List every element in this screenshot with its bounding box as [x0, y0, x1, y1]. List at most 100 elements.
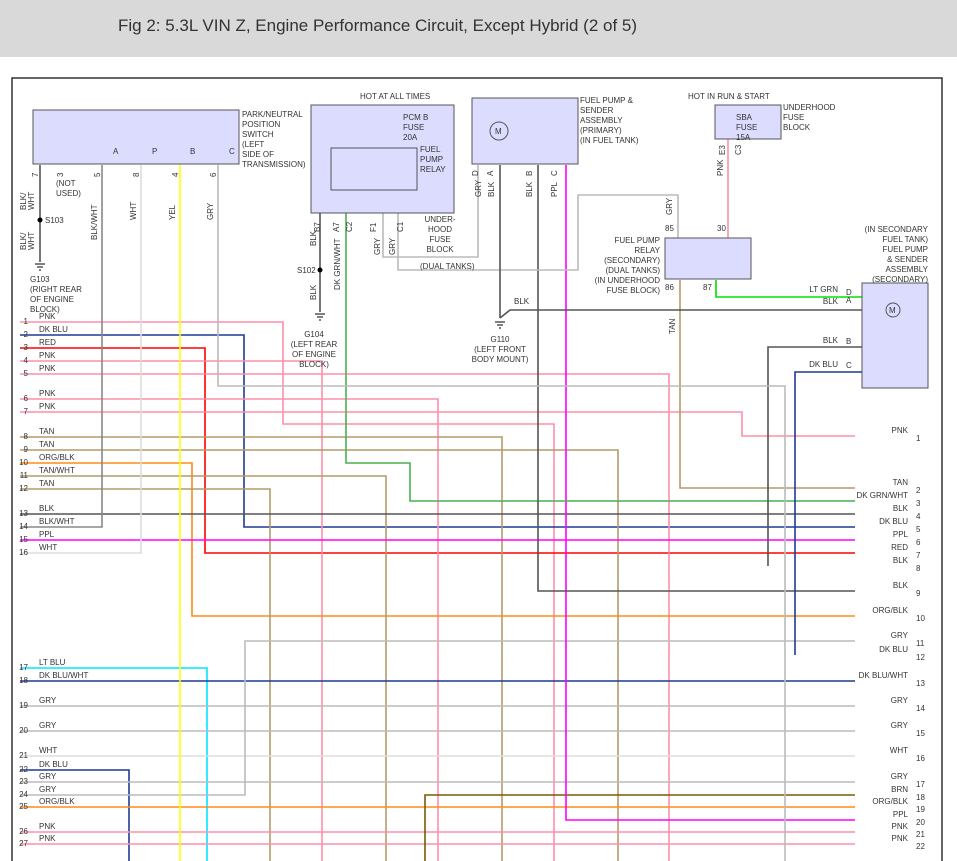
- left-pin-number: 14: [19, 522, 28, 531]
- right-wire-label: GRY: [891, 696, 909, 705]
- fuse-wire-label: BLK: [309, 284, 318, 300]
- left-wire-label: LT BLU: [39, 658, 66, 667]
- right-pin-number: 7: [916, 551, 921, 560]
- pnp-wire-label: WHT: [27, 232, 36, 250]
- right-wire-label: DK BLU: [879, 517, 908, 526]
- pnp-pin-label: 3: [56, 172, 65, 177]
- right-pin-number: 17: [916, 780, 925, 789]
- left-pin-number: 25: [19, 802, 28, 811]
- left-pin-number: 27: [19, 839, 28, 848]
- wiring-diagram: M M 1 PNK 2 DK BLU 3 RED 4 PNK 5 PNK 6 PNK 7 PNK 8 TAN 9…: [11, 77, 943, 861]
- pnp-switch-label: POSITION: [242, 120, 280, 129]
- hot-at-all-times-label: HOT AT ALL TIMES: [360, 92, 430, 101]
- fuel-pump-secondary-label: ASSEMBLY: [885, 265, 928, 274]
- right-pin-number: 8: [916, 564, 921, 573]
- fuel-pump-primary-label: (PRIMARY): [580, 126, 622, 135]
- pnp-wire-label: YEL: [168, 204, 177, 220]
- left-wire-label: WHT: [39, 543, 57, 552]
- left-pin-number: 1: [24, 317, 29, 326]
- relay-label: PUMP: [420, 155, 443, 164]
- ground-icon: [495, 321, 505, 329]
- right-wire-label: BRN: [891, 785, 908, 794]
- left-pin-number: 23: [19, 777, 28, 786]
- left-pin-number: 6: [24, 394, 29, 403]
- pnp-switch-label: SWITCH: [242, 130, 274, 139]
- right-pin-number: 19: [916, 805, 925, 814]
- dual-tanks-label: (DUAL TANKS): [420, 262, 475, 271]
- motor-label: M: [495, 127, 502, 136]
- right-pin-number: 4: [916, 512, 921, 521]
- underhood-fuse-block-label: BLOCK: [783, 123, 811, 132]
- splice-dot: [37, 217, 43, 223]
- left-wire-label: GRY: [39, 696, 57, 705]
- fuel-pump-primary-label: SENDER: [580, 106, 614, 115]
- fuse-pin-label: F1: [369, 222, 378, 232]
- ground-g104-label: BLOCK): [299, 360, 329, 369]
- pump-pin-label: A: [486, 170, 495, 176]
- ground-icon: [315, 313, 325, 321]
- left-pin-number: 8: [24, 432, 29, 441]
- underhood-fuse-block-label: FUSE: [783, 113, 804, 122]
- wire-41: [499, 309, 862, 319]
- left-wire-label: DK BLU: [39, 325, 68, 334]
- wire-3: [20, 360, 323, 861]
- motor-label-secondary: M: [889, 306, 896, 315]
- left-pin-number: 12: [19, 484, 28, 493]
- left-wire-label: GRY: [39, 785, 57, 794]
- left-wire-label: BLK/WHT: [39, 517, 75, 526]
- right-pin-number: 3: [916, 499, 921, 508]
- pcm-fuse-label: PCM B: [403, 113, 428, 122]
- right-pin-number: 11: [916, 639, 925, 648]
- fuel-pump-secondary-label: & SENDER: [887, 255, 928, 264]
- left-pin-number: 11: [20, 471, 29, 480]
- fuel-pump-primary-label: (IN FUEL TANK): [580, 136, 639, 145]
- right-pin-number: 10: [916, 614, 925, 623]
- left-pin-number: 7: [24, 407, 29, 416]
- pump-wire-label: BLK: [487, 181, 496, 197]
- left-wire-label: WHT: [39, 746, 57, 755]
- left-wire-label: GRY: [39, 772, 57, 781]
- pnp-contact-label: A: [113, 147, 119, 156]
- right-pin-number: 14: [916, 704, 925, 713]
- left-pin-number: 18: [19, 676, 28, 685]
- left-pin-number: 20: [19, 726, 28, 735]
- fuse-block-label: FUSE: [429, 235, 450, 244]
- left-pin-number: 9: [24, 445, 29, 454]
- wire-21: [20, 769, 130, 861]
- right-wire-label: BLK: [893, 504, 909, 513]
- g110-blk-label: BLK: [514, 297, 530, 306]
- right-pin-number: 21: [916, 830, 925, 839]
- left-wire-label: PPL: [39, 530, 55, 539]
- fuel-pump-relay-secondary: [664, 237, 752, 280]
- secondary-wire-label: LT GRN: [809, 285, 838, 294]
- right-pin-number: 20: [916, 818, 925, 827]
- right-wire-label: GRY: [891, 772, 909, 781]
- pcm-fuse-label: 20A: [403, 133, 418, 142]
- right-wire-label: DK BLU: [879, 645, 908, 654]
- pnp-contact-label: P: [152, 147, 157, 156]
- right-pin-number: 5: [916, 525, 921, 534]
- pnp-contact-label: B: [190, 147, 195, 156]
- splice-dot: [317, 267, 323, 273]
- left-wire-label: TAN: [39, 427, 55, 436]
- left-wire-label: PNK: [39, 834, 56, 843]
- right-pin-number: 12: [916, 653, 925, 662]
- ground-g110-label: (LEFT FRONT: [474, 345, 526, 354]
- relay-pin-87: 87: [703, 283, 712, 292]
- pnp-pin-label: 4: [171, 172, 180, 177]
- pnp-contact-label: C: [229, 147, 235, 156]
- relay-secondary-label: (DUAL TANKS): [605, 266, 660, 275]
- hot-run-start-label: HOT IN RUN & START: [688, 92, 770, 101]
- right-pin-number: 15: [916, 729, 925, 738]
- right-wire-label: BLK: [893, 581, 909, 590]
- wire-4: [20, 373, 670, 861]
- left-pin-number: 26: [19, 827, 28, 836]
- pnp-wire-label: BLK/WHT: [90, 204, 99, 240]
- left-wire-label: PNK: [39, 364, 56, 373]
- fuel-pump-secondary-label: FUEL TANK): [882, 235, 928, 244]
- sba-pin-label: E3: [718, 145, 727, 155]
- ground-g103-label: G103: [30, 275, 50, 284]
- left-pin-number: 5: [24, 369, 29, 378]
- left-pin-number: 3: [24, 343, 29, 352]
- pnp-wire-label: WHT: [129, 202, 138, 220]
